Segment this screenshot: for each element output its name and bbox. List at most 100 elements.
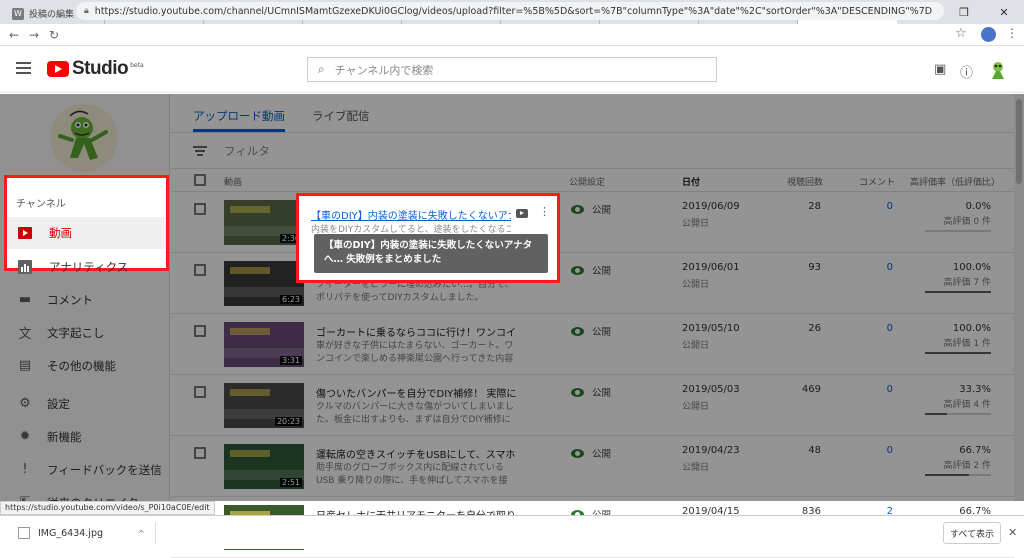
studio-header: Studio beta ⌕ チャンネル内で検索 ▣ ⓘ (0, 47, 1024, 93)
visibility-status[interactable]: 公開 (571, 446, 611, 460)
scrollbar-thumb[interactable] (1016, 99, 1022, 184)
table-row[interactable]: 3:31 ゴーカートに乗るならココに行け！ワンコインで… 車が好きな子供にはたまらな… (171, 315, 1014, 375)
sidebar-item-videos[interactable]: 動画 (7, 217, 166, 249)
page-scrollbar[interactable] (1014, 94, 1024, 501)
url-field[interactable]: 🔒︎ https://studio.youtube.com/channel/UC… (76, 2, 944, 20)
sidebar-item-whats-new[interactable]: ✹ 新機能 (0, 420, 170, 453)
visibility-status[interactable]: 公開 (571, 202, 611, 216)
sidebar-item-feedback[interactable]: ! フィードバックを送信 (0, 453, 170, 486)
rating-bar (925, 230, 991, 232)
profile-avatar[interactable] (981, 27, 996, 42)
view-count: 28 (808, 201, 821, 212)
table-row[interactable]: 2:51 運転席の空きスイッチをUSBにして、スマホの充… 助手席のグローブボックス… (171, 437, 1014, 497)
row-checkbox[interactable] (194, 325, 206, 337)
maximize-button[interactable]: ❐ (944, 0, 984, 24)
address-bar: ← → ↻ (0, 24, 1024, 46)
filter-bar[interactable]: フィルタ (193, 138, 270, 164)
video-title-link[interactable]: 【車のDIY】内装の塗装に失敗したくないアナタ… (311, 207, 511, 222)
like-ratio: 0.0% (965, 201, 991, 212)
sidebar-item-label: 新機能 (47, 429, 82, 444)
close-icon[interactable]: ✕ (1008, 526, 1017, 539)
video-title[interactable]: ゴーカートに乗るならココに行け！ワンコインで… (316, 324, 516, 339)
download-filename: IMG_6434.jpg (38, 527, 104, 539)
upload-date: 2019/05/03 (682, 384, 740, 395)
select-all-checkbox[interactable] (194, 174, 206, 186)
comment-count[interactable]: 0 (843, 384, 893, 395)
tab-live[interactable]: ライブ配信 (312, 94, 370, 132)
video-thumbnail[interactable]: 2:51 (224, 444, 304, 489)
sidebar-item-settings[interactable]: ⚙ 設定 (0, 387, 170, 420)
column-rating[interactable]: 高評価率（低評価比） (910, 175, 1000, 188)
show-all-button[interactable]: すべて表示 (943, 522, 1001, 544)
video-thumbnail[interactable]: 20:23 (224, 383, 304, 428)
column-visibility[interactable]: 公開設定 (569, 175, 605, 188)
row-checkbox[interactable] (194, 386, 206, 398)
video-thumbnail[interactable]: 2:30 (224, 200, 304, 245)
studio-logo[interactable]: Studio beta (47, 58, 144, 80)
comment-count[interactable]: 0 (843, 445, 893, 456)
row-checkbox[interactable] (194, 264, 206, 276)
sidebar-item-more-features[interactable]: ▤ その他の機能 (0, 349, 170, 382)
like-ratio: 100.0% (952, 262, 991, 273)
like-count: 高評価 2 件 (943, 461, 991, 471)
comment-count[interactable]: 0 (843, 262, 893, 273)
row-checkbox[interactable] (194, 447, 206, 459)
visibility-status[interactable]: 公開 (571, 263, 611, 277)
view-on-youtube-icon[interactable] (516, 209, 528, 218)
highlight-channel-menu: チャンネル 動画 アナリティクス (4, 175, 169, 274)
video-thumbnail[interactable]: 3:31 (224, 322, 304, 367)
create-video-icon[interactable]: ▣ (934, 62, 946, 77)
options-icon[interactable]: ⋮ (539, 205, 550, 218)
video-title[interactable]: 傷ついたバンパーを自分でDIY補修！ 実際にやっ… (316, 385, 516, 400)
column-comments[interactable]: コメント (859, 175, 895, 188)
rating-bar (925, 474, 991, 476)
rating-bar-fill (925, 413, 947, 415)
sidebar-item-translate[interactable]: 文文字起こし (0, 316, 170, 349)
channel-search-input[interactable]: ⌕ チャンネル内で検索 (307, 57, 717, 82)
sidebar-item-label: 文字起こし (47, 325, 105, 340)
view-count: 93 (808, 262, 821, 273)
like-count: 高評価 4 件 (943, 400, 991, 410)
highlight-video-title: 【車のDIY】内装の塗装に失敗したくないアナタ… 内装をDIYカスタムしてると、… (296, 193, 560, 283)
tab-uploads[interactable]: アップロード動画 (193, 94, 285, 132)
channel-avatar-small[interactable] (986, 57, 1010, 81)
rating-bar-fill (925, 474, 970, 476)
sidebar-item-comment[interactable]: ▬ コメント (0, 283, 170, 316)
visibility-status[interactable]: 公開 (571, 385, 611, 399)
reload-button[interactable]: ↻ (44, 28, 64, 42)
tab-favicon-icon: W (12, 7, 24, 20)
duration-badge: 3:31 (280, 356, 302, 365)
comment-count[interactable]: 0 (843, 323, 893, 334)
like-ratio: 66.7% (959, 445, 991, 456)
help-icon[interactable]: ⓘ (960, 62, 973, 81)
url-text: https://studio.youtube.com/channel/UCmnI… (94, 5, 933, 17)
comment-count[interactable]: 0 (843, 201, 893, 212)
channel-avatar[interactable] (48, 102, 120, 174)
analytics-icon (17, 259, 33, 275)
visibility-label: 公開 (592, 327, 612, 338)
date-type: 公開日 (682, 280, 710, 290)
download-item[interactable]: IMG_6434.jpg ^ (6, 522, 156, 544)
bookmark-star-icon[interactable]: ☆ (955, 26, 967, 41)
visibility-label: 公開 (592, 388, 612, 399)
chevron-up-icon[interactable]: ^ (138, 529, 145, 538)
row-checkbox[interactable] (194, 203, 206, 215)
back-button[interactable]: ← (4, 28, 24, 42)
video-title[interactable]: 運転席の空きスイッチをUSBにして、スマホの充… (316, 446, 516, 461)
forward-button[interactable]: → (24, 28, 44, 42)
title-tooltip: 【車のDIY】内装の塗装に失敗したくないアナタへ… 失敗例をまとめました (314, 234, 548, 273)
upload-date: 2019/04/23 (682, 445, 740, 456)
close-window-button[interactable]: ✕ (984, 0, 1024, 24)
column-views[interactable]: 視聴回数 (787, 175, 823, 188)
view-count: 469 (801, 384, 821, 395)
visibility-status[interactable]: 公開 (571, 324, 611, 338)
hamburger-menu-icon[interactable] (16, 62, 31, 77)
browser-menu-icon[interactable]: ⋮ (1006, 26, 1018, 40)
view-count: 48 (808, 445, 821, 456)
table-row[interactable]: 20:23 傷ついたバンパーを自分でDIY補修！ 実際にやっ… クルマのバンパーに大… (171, 376, 1014, 436)
column-date[interactable]: 日付 (682, 175, 700, 188)
like-count: 高評価 0 件 (943, 217, 991, 227)
sidebar-item-analytics[interactable]: アナリティクス (7, 251, 166, 283)
video-thumbnail[interactable]: 6:23 (224, 261, 304, 306)
beta-badge: beta (130, 61, 144, 69)
